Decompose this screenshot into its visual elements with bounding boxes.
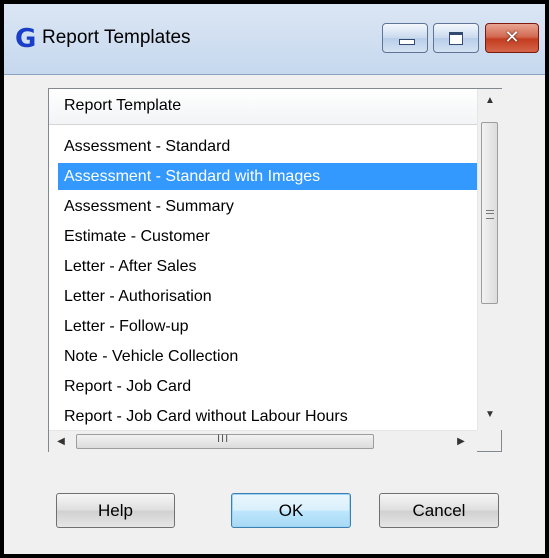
- grip-icon: [486, 210, 494, 219]
- minimize-icon: [399, 39, 415, 45]
- window-title: Report Templates: [42, 27, 191, 48]
- list-item-label: Assessment - Standard: [64, 138, 231, 155]
- list-item[interactable]: Assessment - Standard with Images: [58, 163, 477, 190]
- list-item-label: Letter - Follow-up: [64, 318, 189, 335]
- report-template-list[interactable]: Report Template Assessment - Standard Ass…: [48, 88, 502, 452]
- scrollbar-corner: [477, 430, 501, 451]
- app-logo-icon: G: [15, 24, 37, 54]
- maximize-button[interactable]: [433, 23, 479, 53]
- minimize-button[interactable]: [382, 23, 428, 53]
- horizontal-scroll-thumb[interactable]: III: [76, 433, 374, 449]
- list-item[interactable]: Estimate - Customer: [58, 223, 477, 250]
- list-item-label: Assessment - Standard with Images: [64, 168, 321, 185]
- maximize-icon: [449, 32, 463, 45]
- list-item[interactable]: Letter - Authorisation: [58, 283, 477, 310]
- scroll-right-icon[interactable]: ▶: [451, 431, 471, 452]
- list-item[interactable]: Note - Vehicle Collection: [58, 343, 477, 370]
- list-item-label: Assessment - Summary: [64, 198, 234, 215]
- help-button[interactable]: Help: [56, 493, 175, 528]
- list-item-label: Report - Job Card: [64, 378, 192, 395]
- list-item[interactable]: Assessment - Standard: [58, 133, 477, 160]
- vertical-scroll-thumb[interactable]: [481, 122, 498, 304]
- close-icon: ✕: [504, 27, 520, 48]
- column-header-label: Report Template: [64, 97, 182, 114]
- list-item[interactable]: Letter - Follow-up: [58, 313, 477, 340]
- horizontal-scrollbar[interactable]: ◀ III ▶: [49, 430, 477, 452]
- list-item[interactable]: Assessment - Summary: [58, 193, 477, 220]
- column-header-report-template[interactable]: Report Template: [49, 89, 477, 125]
- grip-icon: III: [217, 433, 230, 445]
- scroll-left-icon[interactable]: ◀: [51, 431, 71, 452]
- list-item-label: Note - Vehicle Collection: [64, 348, 239, 365]
- ok-button[interactable]: OK: [231, 493, 351, 528]
- cancel-button[interactable]: Cancel: [379, 493, 499, 528]
- list-item-label: Letter - After Sales: [64, 258, 197, 275]
- list-item-label: Letter - Authorisation: [64, 288, 212, 305]
- vertical-scrollbar[interactable]: ▲ ▼: [477, 89, 502, 430]
- scroll-up-icon[interactable]: ▲: [478, 91, 502, 111]
- list-item-label: Report - Job Card without Labour Hours: [64, 408, 348, 425]
- list-item-label: Estimate - Customer: [64, 228, 210, 245]
- list-item[interactable]: Report - Job Card: [58, 373, 477, 400]
- list-item[interactable]: Letter - After Sales: [58, 253, 477, 280]
- title-bar[interactable]: G Report Templates ✕: [4, 4, 545, 75]
- list-rows: Assessment - Standard Assessment - Standa…: [49, 133, 477, 430]
- close-button[interactable]: ✕: [485, 23, 539, 53]
- list-item[interactable]: Report - Job Card without Labour Hours: [58, 403, 477, 430]
- report-templates-dialog: G Report Templates ✕ Report Template Ass…: [0, 0, 549, 558]
- scroll-down-icon[interactable]: ▼: [478, 405, 502, 425]
